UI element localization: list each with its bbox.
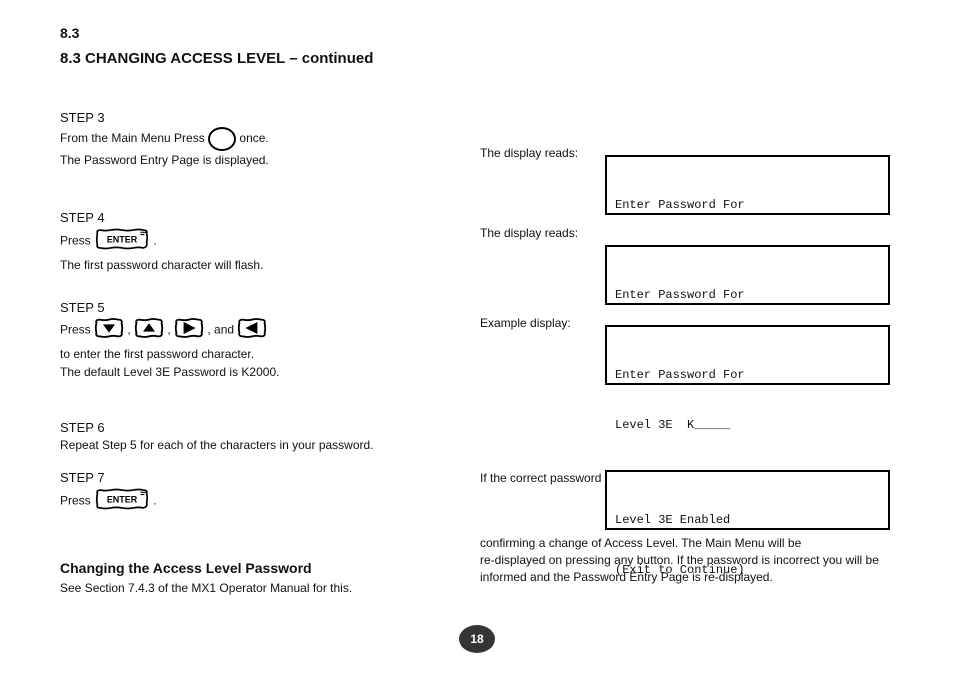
step4-sub: The first password character will flash.: [60, 258, 470, 272]
arrow-down-icon: [94, 317, 124, 344]
lcd-step5-line1: Enter Password For: [615, 367, 880, 384]
enter-button-icon: ENTER: [94, 227, 150, 256]
step4-text: Press ENTER .: [60, 227, 470, 256]
step7-text-a: Press: [60, 494, 94, 508]
enter-button-icon: ENTER: [94, 487, 150, 516]
lcd-step4: Enter Password For Level 3E A_____: [605, 245, 890, 305]
step7-text-b: .: [153, 494, 156, 508]
lcd-step7-line1: Level 3E Enabled: [615, 512, 880, 529]
step7-text: Press ENTER .: [60, 487, 470, 516]
lcd-step5-line2: Level 3E K_____: [615, 417, 880, 434]
step3-text-b: once.: [239, 131, 268, 145]
step3-text: From the Main Menu Press once.: [60, 127, 470, 151]
footer-text: See Section 7.4.3 of the MX1 Operator Ma…: [60, 580, 470, 597]
step7-label: STEP 7: [60, 470, 470, 485]
arrow-right-icon: [174, 317, 204, 344]
step5-text-tail: to enter the first password character.: [60, 346, 470, 363]
arrow-up-icon: [134, 317, 164, 344]
step7-sub-b: confirming a change of Access Level. The…: [480, 535, 890, 552]
arrow-left-icon: [237, 317, 267, 344]
step5-note: The default Level 3E Password is K2000.: [60, 365, 470, 379]
lcd-step3-line1: Enter Password For: [615, 197, 880, 214]
blank-round-button-icon: [208, 127, 236, 151]
lcd-step7: Level 3E Enabled (Exit to Continue): [605, 470, 890, 530]
lcd-step4-line1: Enter Password For: [615, 287, 880, 304]
step5-text-c: ,: [167, 323, 174, 337]
step6-label: STEP 6: [60, 420, 470, 435]
step4-label: STEP 4: [60, 210, 470, 225]
step7-sub-c: re-displayed on pressing any button. If …: [480, 552, 890, 586]
step3-sub: The Password Entry Page is displayed.: [60, 153, 470, 167]
step5-text-a: Press: [60, 323, 94, 337]
section-number: 8.3: [60, 25, 79, 41]
lcd-step3: Enter Password For Level 3E: [605, 155, 890, 215]
svg-text:ENTER: ENTER: [107, 494, 138, 504]
step6-text: Repeat Step 5 for each of the characters…: [60, 437, 470, 454]
step5-text-b: ,: [127, 323, 134, 337]
step4-result-label: The display reads:: [480, 225, 890, 242]
step5-label: STEP 5: [60, 300, 470, 315]
step5-text: Press , , , and: [60, 317, 470, 344]
lcd-step5: Enter Password For Level 3E K_____: [605, 325, 890, 385]
step4-text-a: Press: [60, 234, 94, 248]
step5-text-d: , and: [207, 323, 237, 337]
step3-text-a: From the Main Menu Press: [60, 131, 208, 145]
svg-text:ENTER: ENTER: [107, 234, 138, 244]
step4-text-b: .: [153, 234, 156, 248]
footer-heading: Changing the Access Level Password: [60, 560, 470, 576]
step3-label: STEP 3: [60, 110, 470, 125]
page-number-badge: 18: [459, 625, 495, 653]
page-title: 8.3 CHANGING ACCESS LEVEL – continued: [60, 50, 373, 67]
